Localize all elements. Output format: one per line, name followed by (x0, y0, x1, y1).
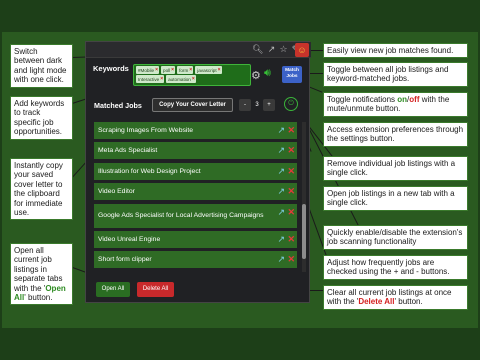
job-item[interactable]: Video Unreal Engine ↗ ✕ (94, 231, 297, 248)
job-title: Short form clipper (98, 256, 152, 263)
keyword-text: form (179, 67, 189, 73)
close-icon[interactable]: × (160, 76, 163, 83)
note-copy-cover: Instantly copy your saved cover letter t… (10, 158, 73, 221)
keyword-text: poll (163, 67, 171, 73)
close-icon[interactable]: × (189, 67, 192, 74)
share-icon[interactable]: ↗ (266, 44, 277, 55)
delete-all-button[interactable]: Delete All (137, 282, 174, 297)
note-text: Easily view new job matches found. (327, 46, 454, 55)
note-open-all: Open all current job listings in separat… (10, 243, 73, 306)
job-item[interactable]: Google Ads Specialist for Local Advertis… (94, 204, 297, 228)
speaker-icon[interactable]: 🔊︎ (264, 67, 271, 80)
note-text: Toggle notifications (327, 95, 398, 104)
keyword-text: javascript (197, 67, 217, 73)
extension-popup: 🔍︎ ↗ ☆ ✎ ☺ Keywords #Mobile× poll× form×… (85, 41, 311, 303)
close-icon[interactable]: ✕ (287, 186, 295, 196)
zoom-icon[interactable]: 🔍︎ (252, 44, 263, 55)
close-icon[interactable]: ✕ (287, 145, 295, 155)
close-icon[interactable]: ✕ (287, 234, 295, 244)
close-icon[interactable]: ✕ (287, 166, 295, 176)
note-on: on (397, 95, 408, 104)
keywords-label: Keywords (93, 64, 129, 73)
note-text: Adjust how frequently jobs are checked u… (327, 258, 450, 277)
keyword-text: automation (168, 76, 191, 82)
note-text: Access extension preferences through the… (327, 125, 464, 144)
job-title: Video Editor (98, 188, 135, 195)
note-open-job: Open job listings in a new tab with a si… (323, 186, 468, 211)
extension-badge-icon[interactable]: ☺ (295, 43, 309, 57)
external-link-icon[interactable]: ↗ (277, 207, 285, 217)
note-text: Add keywords to track specific job oppor… (14, 99, 65, 137)
external-link-icon[interactable]: ↗ (277, 234, 285, 244)
stage: Switch between dark and light mode with … (0, 0, 480, 360)
match-jobs-button[interactable]: Match Jobs (282, 66, 302, 83)
external-link-icon[interactable]: ↗ (277, 186, 285, 196)
matched-jobs-title: Matched Jobs (94, 101, 142, 110)
keyword-chip[interactable]: javascript × (195, 66, 222, 74)
job-item[interactable]: Scraping Images From Website ↗ ✕ (94, 122, 297, 139)
note-new-matches: Easily view new job matches found. (323, 43, 468, 59)
job-item[interactable]: Meta Ads Specialist ↗ ✕ (94, 142, 297, 159)
scrollbar-thumb[interactable] (302, 204, 306, 259)
job-title: Google Ads Specialist for Local Advertis… (98, 211, 264, 219)
close-icon[interactable]: ✕ (287, 207, 295, 217)
note-text: Switch between dark and light mode with … (14, 47, 67, 85)
keyword-chip[interactable]: Interactive × (136, 75, 165, 83)
job-title: Meta Ads Specialist (98, 147, 158, 154)
keyword-chip[interactable]: poll × (161, 66, 176, 74)
close-icon[interactable]: × (155, 67, 158, 74)
frequency-plus-button[interactable]: + (263, 99, 275, 111)
close-icon[interactable]: ✕ (287, 254, 295, 264)
note-match-toggle: Toggle between all job listings and keyw… (323, 62, 468, 87)
note-remove-job: Remove individual job listings with a si… (323, 156, 468, 181)
keyword-chip[interactable]: #Mobile × (136, 66, 160, 74)
note-text: Remove individual job listings with a si… (327, 159, 456, 178)
scrollbar[interactable] (302, 122, 306, 272)
note-text: ' button. (24, 293, 53, 303)
frequency-minus-button[interactable]: - (239, 99, 251, 111)
keywords-input[interactable]: #Mobile × poll × form × javascript × Interac… (133, 64, 251, 86)
external-link-icon[interactable]: ↗ (277, 145, 285, 155)
note-text: Open job listings in a new tab with a si… (327, 189, 455, 208)
keyword-text: Interactive (138, 76, 160, 82)
star-icon[interactable]: ☆ (278, 44, 289, 55)
copy-cover-letter-button[interactable]: Copy Your Cover Letter (152, 98, 233, 112)
gear-icon[interactable]: ⚙ (251, 69, 261, 82)
frequency-value: 3 (255, 102, 259, 108)
note-frequency: Adjust how frequently jobs are checked u… (323, 255, 468, 280)
close-icon[interactable]: × (171, 67, 174, 74)
job-title: Video Unreal Engine (98, 236, 161, 243)
job-item[interactable]: Illustration for Web Design Project ↗ ✕ (94, 163, 297, 180)
external-link-icon[interactable]: ↗ (277, 254, 285, 264)
job-title: Scraping Images From Website (98, 127, 194, 134)
browser-toolbar: 🔍︎ ↗ ☆ ✎ ☺ (86, 42, 311, 58)
keyword-chip[interactable]: form × (177, 66, 194, 74)
external-link-icon[interactable]: ↗ (277, 125, 285, 135)
note-settings: Access extension preferences through the… (323, 122, 468, 147)
note-highlight: Delete All (358, 297, 395, 307)
job-item[interactable]: Video Editor ↗ ✕ (94, 183, 297, 200)
note-delete-all: Clear all current job listings at once w… (323, 285, 468, 310)
open-all-button[interactable]: Open All (96, 282, 130, 297)
close-icon[interactable]: × (192, 76, 195, 83)
note-notifications: Toggle notifications on/off with the mut… (323, 92, 468, 117)
note-text: ' button. (394, 297, 423, 307)
note-off: off (409, 95, 420, 104)
keyword-text: #Mobile (138, 67, 155, 73)
job-item[interactable]: Short form clipper ↗ ✕ (94, 251, 297, 268)
note-text: Instantly copy your saved cover letter t… (14, 161, 63, 218)
keyword-chip[interactable]: automation × (166, 75, 196, 83)
close-icon[interactable]: × (218, 67, 221, 74)
close-icon[interactable]: ✕ (287, 125, 295, 135)
power-icon[interactable]: ⏻ (284, 97, 298, 111)
external-link-icon[interactable]: ↗ (277, 166, 285, 176)
note-text: Toggle between all job listings and keyw… (327, 65, 449, 84)
job-title: Illustration for Web Design Project (98, 168, 201, 175)
note-text: Quickly enable/disable the extension's j… (327, 228, 463, 247)
note-scanning-toggle: Quickly enable/disable the extension's j… (323, 225, 468, 250)
note-keywords: Add keywords to track specific job oppor… (10, 96, 73, 140)
note-theme-toggle: Switch between dark and light mode with … (10, 44, 73, 88)
